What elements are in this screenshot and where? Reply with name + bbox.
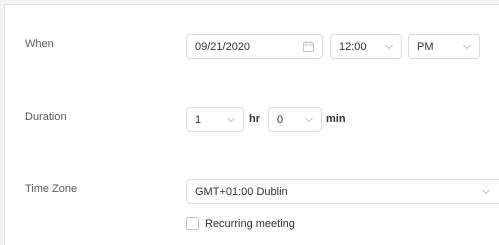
chevron-down-icon — [385, 44, 393, 49]
calendar-icon — [303, 41, 314, 52]
timezone-value: GMT+01:00 Dublin — [195, 185, 288, 198]
recurring-meeting-checkbox[interactable] — [186, 217, 199, 230]
hours-unit-label: hr — [249, 113, 260, 125]
timezone-select[interactable]: GMT+01:00 Dublin — [186, 179, 499, 204]
duration-label: Duration — [25, 111, 67, 123]
date-input[interactable]: 09/21/2020 — [186, 34, 323, 59]
chevron-down-icon — [463, 44, 471, 49]
duration-hours-value: 1 — [195, 113, 202, 126]
duration-hours-select[interactable]: 1 — [186, 107, 244, 132]
ampm-value: PM — [417, 40, 434, 53]
duration-minutes-select[interactable]: 0 — [268, 107, 322, 132]
chevron-down-icon — [227, 117, 235, 122]
timezone-label: Time Zone — [25, 183, 78, 195]
ampm-select[interactable]: PM — [408, 34, 480, 59]
meeting-settings-panel: When 09/21/2020 12:00 PM Duration 1 hr 0 — [4, 4, 499, 245]
time-select[interactable]: 12:00 — [330, 34, 402, 59]
when-label: When — [25, 38, 54, 50]
chevron-down-icon — [482, 189, 490, 194]
recurring-meeting-label[interactable]: Recurring meeting — [205, 218, 295, 230]
duration-minutes-value: 0 — [277, 113, 284, 126]
minutes-unit-label: min — [326, 113, 346, 125]
date-value: 09/21/2020 — [195, 40, 251, 53]
time-value: 12:00 — [339, 40, 367, 53]
chevron-down-icon — [305, 117, 313, 122]
